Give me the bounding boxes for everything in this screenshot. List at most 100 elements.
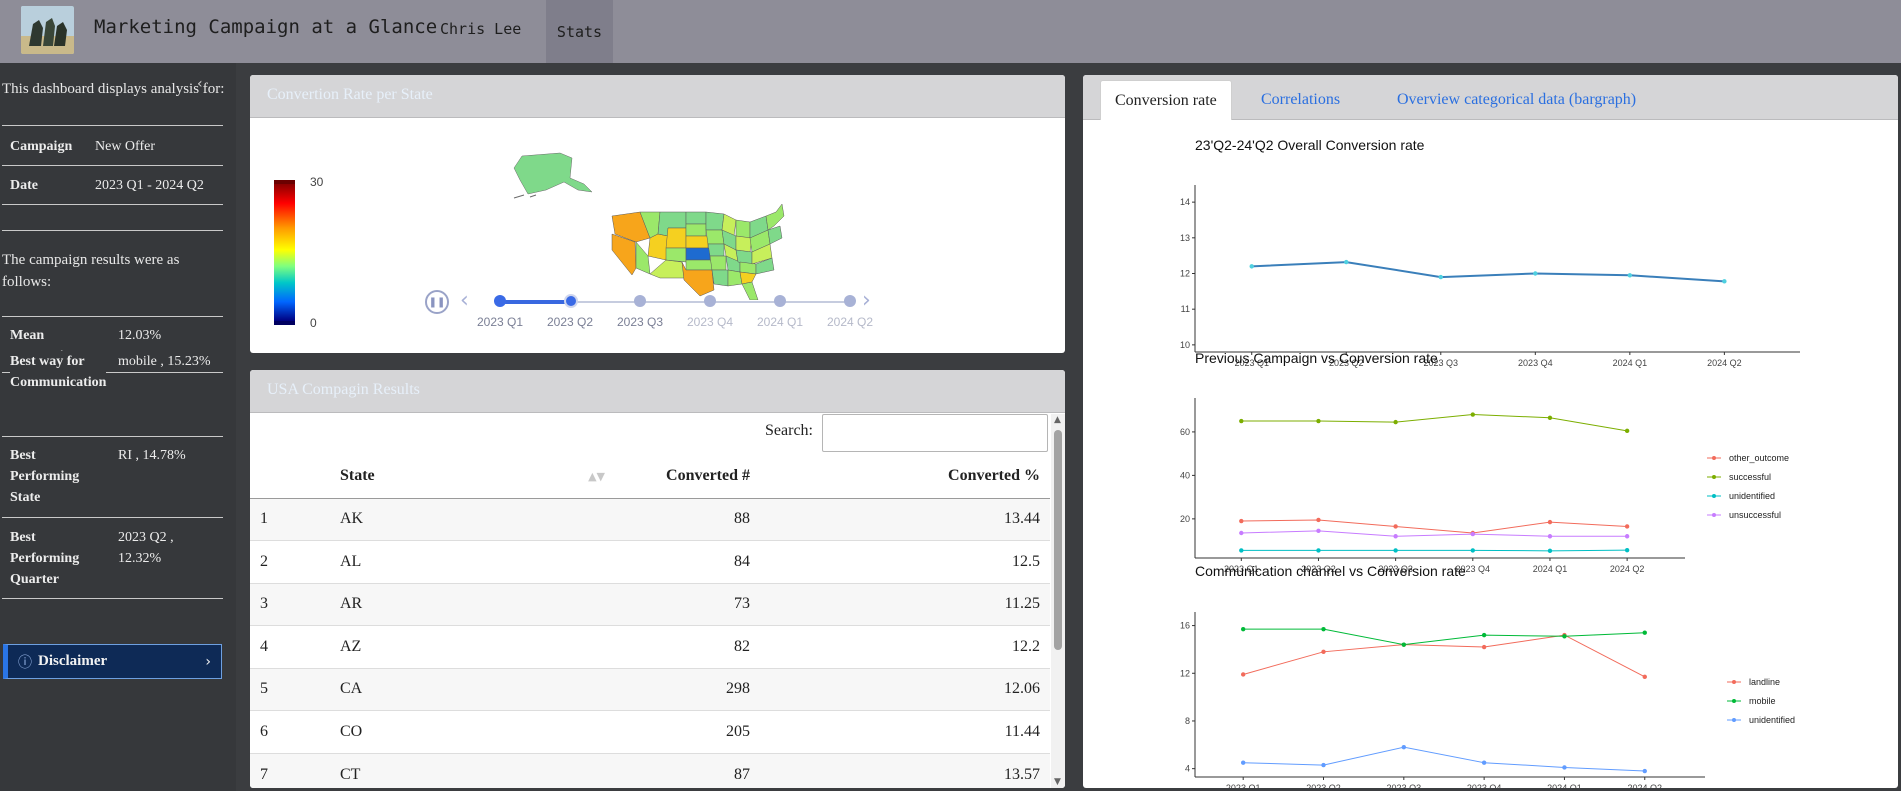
series-line-unidentified [1243,746,1645,772]
data-point [1624,428,1630,434]
table-row[interactable]: 4 AZ 82 12.2 [250,625,1050,668]
table-row[interactable]: 3 AR 73 11.25 [250,582,1050,626]
slider-label: 2023 Q2 [546,315,594,329]
data-point [1722,279,1727,284]
slider-dot-2024-q1[interactable] [774,295,786,307]
data-point [1627,273,1633,278]
results-table-panel: USA Compagin Results Search: State ▲▼ Con… [250,370,1065,788]
data-point [1438,274,1443,280]
y-tick-label: 8 [1185,716,1190,726]
cell-converted-count: 298 [480,667,760,711]
app-logo [21,6,74,54]
legend-key-dot [1732,680,1736,684]
disclaimer-label: Disclaimer [38,653,108,669]
filter-value-campaign: New Offer [95,139,155,154]
data-point [1547,415,1553,420]
table-row[interactable]: 6 CO 205 11.44 [250,710,1050,753]
table-row[interactable]: 5 CA 298 12.06 [250,667,1050,711]
cell-converted-count: 87 [480,752,760,788]
chart-title: Previous Campaign vs Conversion rate [1195,350,1438,366]
table-row[interactable]: 2 AL 84 12.5 [250,540,1050,583]
legend-label: other_outcome [1729,453,1789,463]
search-input[interactable] [822,414,1048,452]
slider-label: 2023 Q3 [616,315,664,329]
data-point [1624,524,1630,529]
data-point [1401,744,1407,750]
legend-key-dot [1712,513,1716,517]
sidebar: ‹ This dashboard displays analysis for: … [0,63,236,791]
column-header-index [250,454,330,499]
legend-label: landline [1749,677,1780,687]
pause-icon[interactable]: ❚❚ [425,290,449,314]
slider-next-button[interactable]: › [862,288,871,313]
tab-conversion-rate[interactable]: Conversion rate [1100,80,1232,120]
x-tick-label: 2024 Q1 [1547,783,1582,788]
y-tick-label: 16 [1180,621,1190,631]
scroll-up-icon[interactable]: ▲ [1054,415,1061,425]
data-point [1624,547,1630,553]
cell-index: 1 [250,497,330,541]
legend-label: mobile [1749,696,1776,706]
cell-index: 7 [250,752,330,788]
data-point [1316,517,1321,523]
slider-handle[interactable] [564,294,578,308]
cell-state: AZ [330,625,480,668]
data-point [1642,768,1647,774]
cell-converted-count: 84 [480,540,760,583]
data-point [1562,765,1567,770]
scroll-thumb[interactable] [1054,430,1062,650]
divider [2,165,223,166]
y-tick-label: 40 [1180,470,1190,480]
colorbar-min-label: 0 [310,316,317,330]
tab-stats[interactable]: Stats [546,0,613,63]
slider-prev-button[interactable]: ‹ [460,288,469,313]
data-point [1393,548,1398,553]
legend-key-dot [1712,456,1716,460]
cell-converted-pct: 11.44 [760,710,1050,753]
cell-converted-pct: 12.06 [760,667,1050,711]
table-row[interactable]: 1 AK 88 13.44 [250,497,1050,541]
table-scrollbar[interactable]: ▲ ▼ [1051,414,1065,788]
slider-label: 2023 Q1 [476,315,524,329]
data-point [1642,674,1647,680]
slider-dot-2023-q1[interactable] [494,295,506,307]
cell-index: 2 [250,540,330,583]
table-panel-title: USA Compagin Results [250,370,1065,413]
data-point [1316,548,1321,553]
column-header-converted-count[interactable]: Converted # [480,454,760,499]
scroll-down-icon[interactable]: ▼ [1054,777,1061,787]
data-point [1547,519,1553,525]
x-tick-label: 2023 Q4 [1467,783,1502,788]
data-point [1481,632,1487,638]
column-header-converted-pct[interactable]: Converted % [760,454,1050,499]
slider-label: 2024 Q1 [756,315,804,329]
x-tick-label: 2024 Q1 [1613,358,1648,368]
data-point [1240,626,1246,632]
filter-key-date: Date [10,178,38,193]
series-line-successful [1241,414,1628,432]
app-title: Marketing Campaign at a Glance [94,16,438,38]
y-tick-label: 60 [1180,427,1190,437]
x-tick-label: 2024 Q1 [1533,564,1568,574]
slider-dot-2023-q4[interactable] [704,295,716,307]
slider-dot-2024-q2[interactable] [844,295,856,307]
data-point [1240,672,1246,677]
x-tick-label: 2024 Q2 [1610,564,1645,574]
data-point [1321,762,1326,768]
x-tick-label: 2023 Q1 [1226,783,1261,788]
tab-overview-categorical[interactable]: Overview categorical data (bargraph) [1383,80,1650,120]
cell-converted-pct: 12.5 [760,540,1050,583]
series-line-mobile [1243,628,1645,646]
y-tick-label: 12 [1180,668,1190,678]
disclaimer-button[interactable]: ⓘ Disclaimer › [3,644,222,679]
table-row[interactable]: 7 CT 87 13.57 [250,752,1050,788]
column-header-state[interactable]: State ▲▼ [330,454,605,499]
slider-dot-2023-q3[interactable] [634,295,646,307]
y-tick-label: 13 [1180,233,1190,243]
data-point [1470,531,1475,537]
result-value-mean-conversion: 12.03% [118,328,162,343]
legend-label: unsuccessful [1729,510,1781,520]
usa-choropleth-map[interactable] [500,150,800,300]
chart-tabs: Conversion rate Correlations Overview ca… [1083,75,1898,120]
tab-correlations[interactable]: Correlations [1247,80,1354,120]
